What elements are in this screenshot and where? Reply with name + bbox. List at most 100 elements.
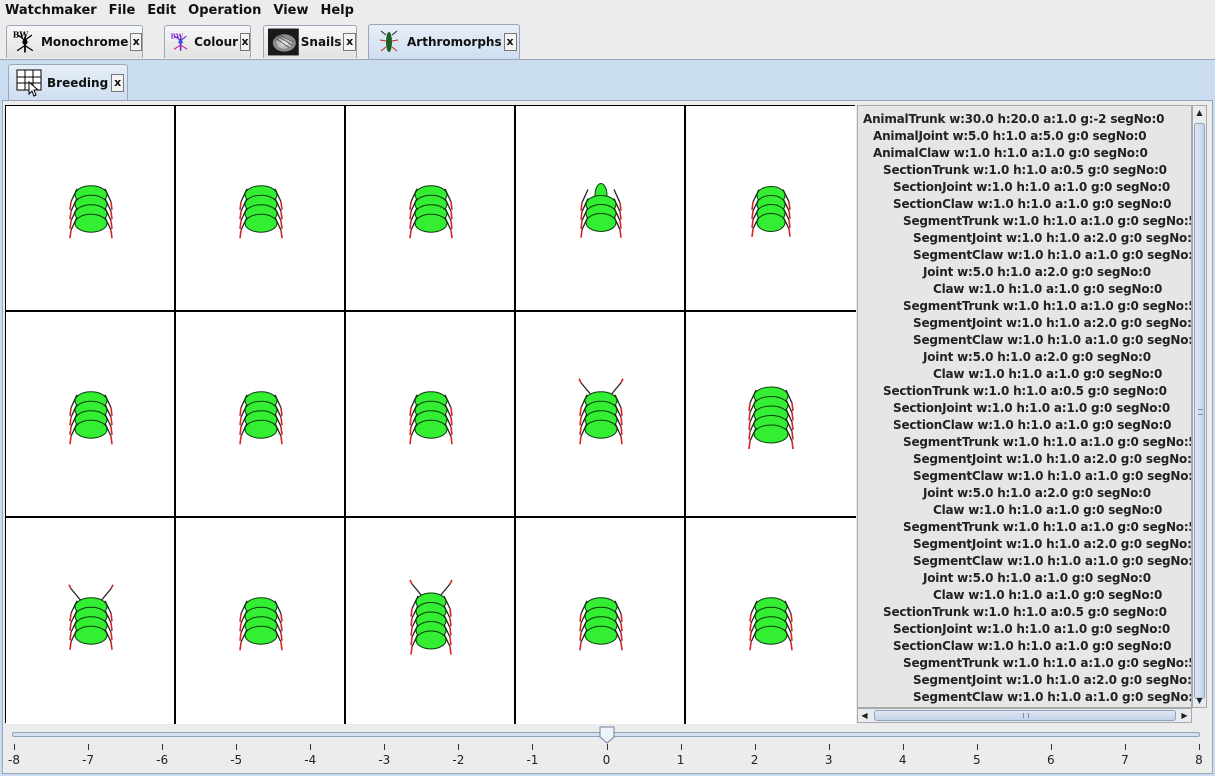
breeding-cell[interactable] xyxy=(6,518,176,724)
slider-tick xyxy=(458,744,460,750)
slider-tick xyxy=(976,744,978,750)
arthromorph-icon xyxy=(749,597,793,651)
arthromorph-icon xyxy=(580,183,622,238)
arthromorph-icon xyxy=(379,30,399,52)
slider-tick-label: 1 xyxy=(676,753,685,767)
tree-node[interactable]: SectionClaw w:1.0 h:1.0 a:1.0 g:0 segNo:… xyxy=(893,196,1171,213)
tree-node[interactable]: Claw w:1.0 h:1.0 a:1.0 g:0 segNo:0 xyxy=(933,502,1162,519)
arthromorph-icon xyxy=(578,378,624,445)
tree-node[interactable]: Joint w:5.0 h:1.0 a:2.0 g:0 segNo:0 xyxy=(923,349,1151,366)
menu-help[interactable]: Help xyxy=(320,0,353,22)
slider-tick-label: -5 xyxy=(230,753,243,767)
slider-tick xyxy=(754,744,756,750)
tree-node[interactable]: Joint w:5.0 h:1.0 a:2.0 g:0 segNo:0 xyxy=(923,485,1151,502)
tree-node[interactable]: SegmentClaw w:1.0 h:1.0 a:1.0 g:0 segNo:… xyxy=(913,553,1191,570)
breeding-cell[interactable] xyxy=(686,106,856,312)
tree-node[interactable]: SegmentJoint w:1.0 h:1.0 a:2.0 g:0 segNo… xyxy=(913,230,1191,247)
arthromorph-icon xyxy=(239,185,283,239)
tab-arthromorphs[interactable]: Arthromorphs x xyxy=(368,24,520,59)
tree-node[interactable]: SegmentTrunk w:1.0 h:1.0 a:1.0 g:0 segNo… xyxy=(903,213,1191,230)
tree-node[interactable]: AnimalJoint w:5.0 h:1.0 a:5.0 g:0 segNo:… xyxy=(873,128,1147,145)
tree-node[interactable]: SegmentTrunk w:1.0 h:1.0 a:1.0 g:0 segNo… xyxy=(903,519,1191,536)
slider-tick-label: -8 xyxy=(8,753,20,767)
tree-node[interactable]: SegmentTrunk w:1.0 h:1.0 a:1.0 g:0 segNo… xyxy=(903,298,1191,315)
slider-tick xyxy=(162,744,164,750)
slider-tick-label: -6 xyxy=(156,753,169,767)
menu-watchmaker[interactable]: Watchmaker xyxy=(5,0,97,22)
tree-node[interactable]: SegmentJoint w:1.0 h:1.0 a:2.0 g:0 segNo… xyxy=(913,315,1191,332)
breeding-grid-icon xyxy=(16,69,42,97)
slider-tick-label: 6 xyxy=(1047,753,1055,767)
breeding-cell[interactable] xyxy=(176,312,346,518)
tree-node[interactable]: SegmentJoint w:1.0 h:1.0 a:2.0 g:0 segNo… xyxy=(913,536,1191,553)
genome-tree[interactable]: AnimalTrunk w:30.0 h:20.0 a:1.0 g:-2 seg… xyxy=(857,105,1192,708)
breeding-cell[interactable] xyxy=(686,312,856,518)
breeding-cell[interactable] xyxy=(6,312,176,518)
breeding-cell[interactable] xyxy=(516,106,686,312)
tree-node[interactable]: SegmentTrunk w:1.0 h:1.0 a:1.0 g:0 segNo… xyxy=(903,655,1191,672)
slider-tick-label: -4 xyxy=(304,753,317,767)
tree-horizontal-scroll-thumb[interactable] xyxy=(874,710,1176,721)
tab-breeding[interactable]: Breeding x xyxy=(8,64,128,100)
tree-node[interactable]: SegmentClaw w:1.0 h:1.0 a:1.0 g:0 segNo:… xyxy=(913,247,1191,264)
slider-thumb[interactable] xyxy=(599,726,615,744)
tree-node[interactable]: SectionJoint w:1.0 h:1.0 a:1.0 g:0 segNo… xyxy=(893,400,1170,417)
slider-tick xyxy=(384,744,386,750)
species-tab-strip: BW Monochrome x BW Colour x Snails x Art… xyxy=(0,22,1215,60)
tab-arthromorphs-close-button[interactable]: x xyxy=(503,33,517,51)
tree-node[interactable]: SegmentJoint w:1.0 h:1.0 a:2.0 g:0 segNo… xyxy=(913,451,1191,468)
tab-breeding-close-button[interactable]: x xyxy=(111,73,125,92)
breeding-cell[interactable] xyxy=(346,312,516,518)
menu-file[interactable]: File xyxy=(109,0,136,22)
tree-node[interactable]: Claw w:1.0 h:1.0 a:1.0 g:0 segNo:0 xyxy=(933,281,1162,298)
breeding-cell[interactable] xyxy=(176,518,346,724)
tree-node[interactable]: SegmentClaw w:1.0 h:1.0 a:1.0 g:0 segNo:… xyxy=(913,689,1191,706)
tree-node[interactable]: SectionTrunk w:1.0 h:1.0 a:0.5 g:0 segNo… xyxy=(883,162,1167,179)
tab-arthromorphs-label: Arthromorphs xyxy=(407,35,502,49)
scroll-right-arrow-icon[interactable]: ▶ xyxy=(1178,709,1191,722)
scroll-up-arrow-icon[interactable]: ▲ xyxy=(1193,106,1206,119)
tree-vertical-scroll-thumb[interactable] xyxy=(1194,123,1205,699)
tree-node[interactable]: AnimalTrunk w:30.0 h:20.0 a:1.0 g:-2 seg… xyxy=(863,111,1164,128)
scroll-left-arrow-icon[interactable]: ◀ xyxy=(858,709,871,722)
tree-node[interactable]: SectionClaw w:1.0 h:1.0 a:1.0 g:0 segNo:… xyxy=(893,638,1171,655)
tree-node[interactable]: SectionClaw w:1.0 h:1.0 a:1.0 g:0 segNo:… xyxy=(893,417,1171,434)
tab-colour[interactable]: BW Colour x xyxy=(164,25,251,58)
tree-node[interactable]: SectionTrunk w:1.0 h:1.0 a:0.5 g:0 segNo… xyxy=(883,383,1167,400)
breeding-cell[interactable] xyxy=(346,106,516,312)
tree-node[interactable]: SectionJoint w:1.0 h:1.0 a:1.0 g:0 segNo… xyxy=(893,621,1170,638)
tree-node[interactable]: SegmentClaw w:1.0 h:1.0 a:1.0 g:0 segNo:… xyxy=(913,332,1191,349)
tree-node[interactable]: Claw w:1.0 h:1.0 a:1.0 g:0 segNo:0 xyxy=(933,366,1162,383)
tab-monochrome-close-button[interactable]: x xyxy=(130,33,142,51)
tab-colour-close-button[interactable]: x xyxy=(240,33,250,51)
tree-node[interactable]: Claw w:1.0 h:1.0 a:1.0 g:0 segNo:0 xyxy=(933,587,1162,604)
tab-monochrome[interactable]: BW Monochrome x xyxy=(6,25,143,58)
tree-node[interactable]: SectionTrunk w:1.0 h:1.0 a:0.5 g:0 segNo… xyxy=(883,604,1167,621)
slider-tick-label: -7 xyxy=(82,753,95,767)
tree-node[interactable]: Joint w:5.0 h:1.0 a:2.0 g:0 segNo:0 xyxy=(923,264,1151,281)
tab-breeding-label: Breeding xyxy=(47,75,109,90)
breeding-cell[interactable] xyxy=(686,518,856,724)
tree-node[interactable]: AnimalClaw w:1.0 h:1.0 a:1.0 g:0 segNo:0 xyxy=(873,145,1148,162)
tree-vertical-scrollbar[interactable]: ▲ ▼ xyxy=(1192,105,1207,708)
menu-operation[interactable]: Operation xyxy=(188,0,261,22)
breeding-cell[interactable] xyxy=(516,518,686,724)
breeding-cell[interactable] xyxy=(346,518,516,724)
tree-node[interactable]: SegmentTrunk w:1.0 h:1.0 a:1.0 g:0 segNo… xyxy=(903,434,1191,451)
menu-edit[interactable]: Edit xyxy=(147,0,176,22)
tree-node[interactable]: SegmentClaw w:1.0 h:1.0 a:1.0 g:0 segNo:… xyxy=(913,468,1191,485)
tree-node[interactable]: SegmentJoint w:1.0 h:1.0 a:2.0 g:0 segNo… xyxy=(913,672,1191,689)
tree-node[interactable]: Joint w:5.0 h:1.0 a:1.0 g:0 segNo:0 xyxy=(923,570,1151,587)
breeding-cell[interactable] xyxy=(6,106,176,312)
mutation-slider[interactable]: -8 -7 -6 -5 -4 -3 -2 -1 0 1 2 3 4 5 6 7 8 xyxy=(0,724,1215,776)
tab-snails-close-button[interactable]: x xyxy=(343,33,356,51)
breeding-cell[interactable] xyxy=(516,312,686,518)
breeding-cell[interactable] xyxy=(176,106,346,312)
menu-view[interactable]: View xyxy=(273,0,308,22)
tab-snails[interactable]: Snails x xyxy=(263,25,357,58)
arthromorph-icon xyxy=(239,391,283,445)
scroll-down-arrow-icon[interactable]: ▼ xyxy=(1193,694,1206,707)
slider-tick-label: 5 xyxy=(972,753,981,767)
tree-node[interactable]: SectionJoint w:1.0 h:1.0 a:1.0 g:0 segNo… xyxy=(893,179,1170,196)
tree-horizontal-scrollbar[interactable]: ◀ ▶ xyxy=(857,708,1192,723)
